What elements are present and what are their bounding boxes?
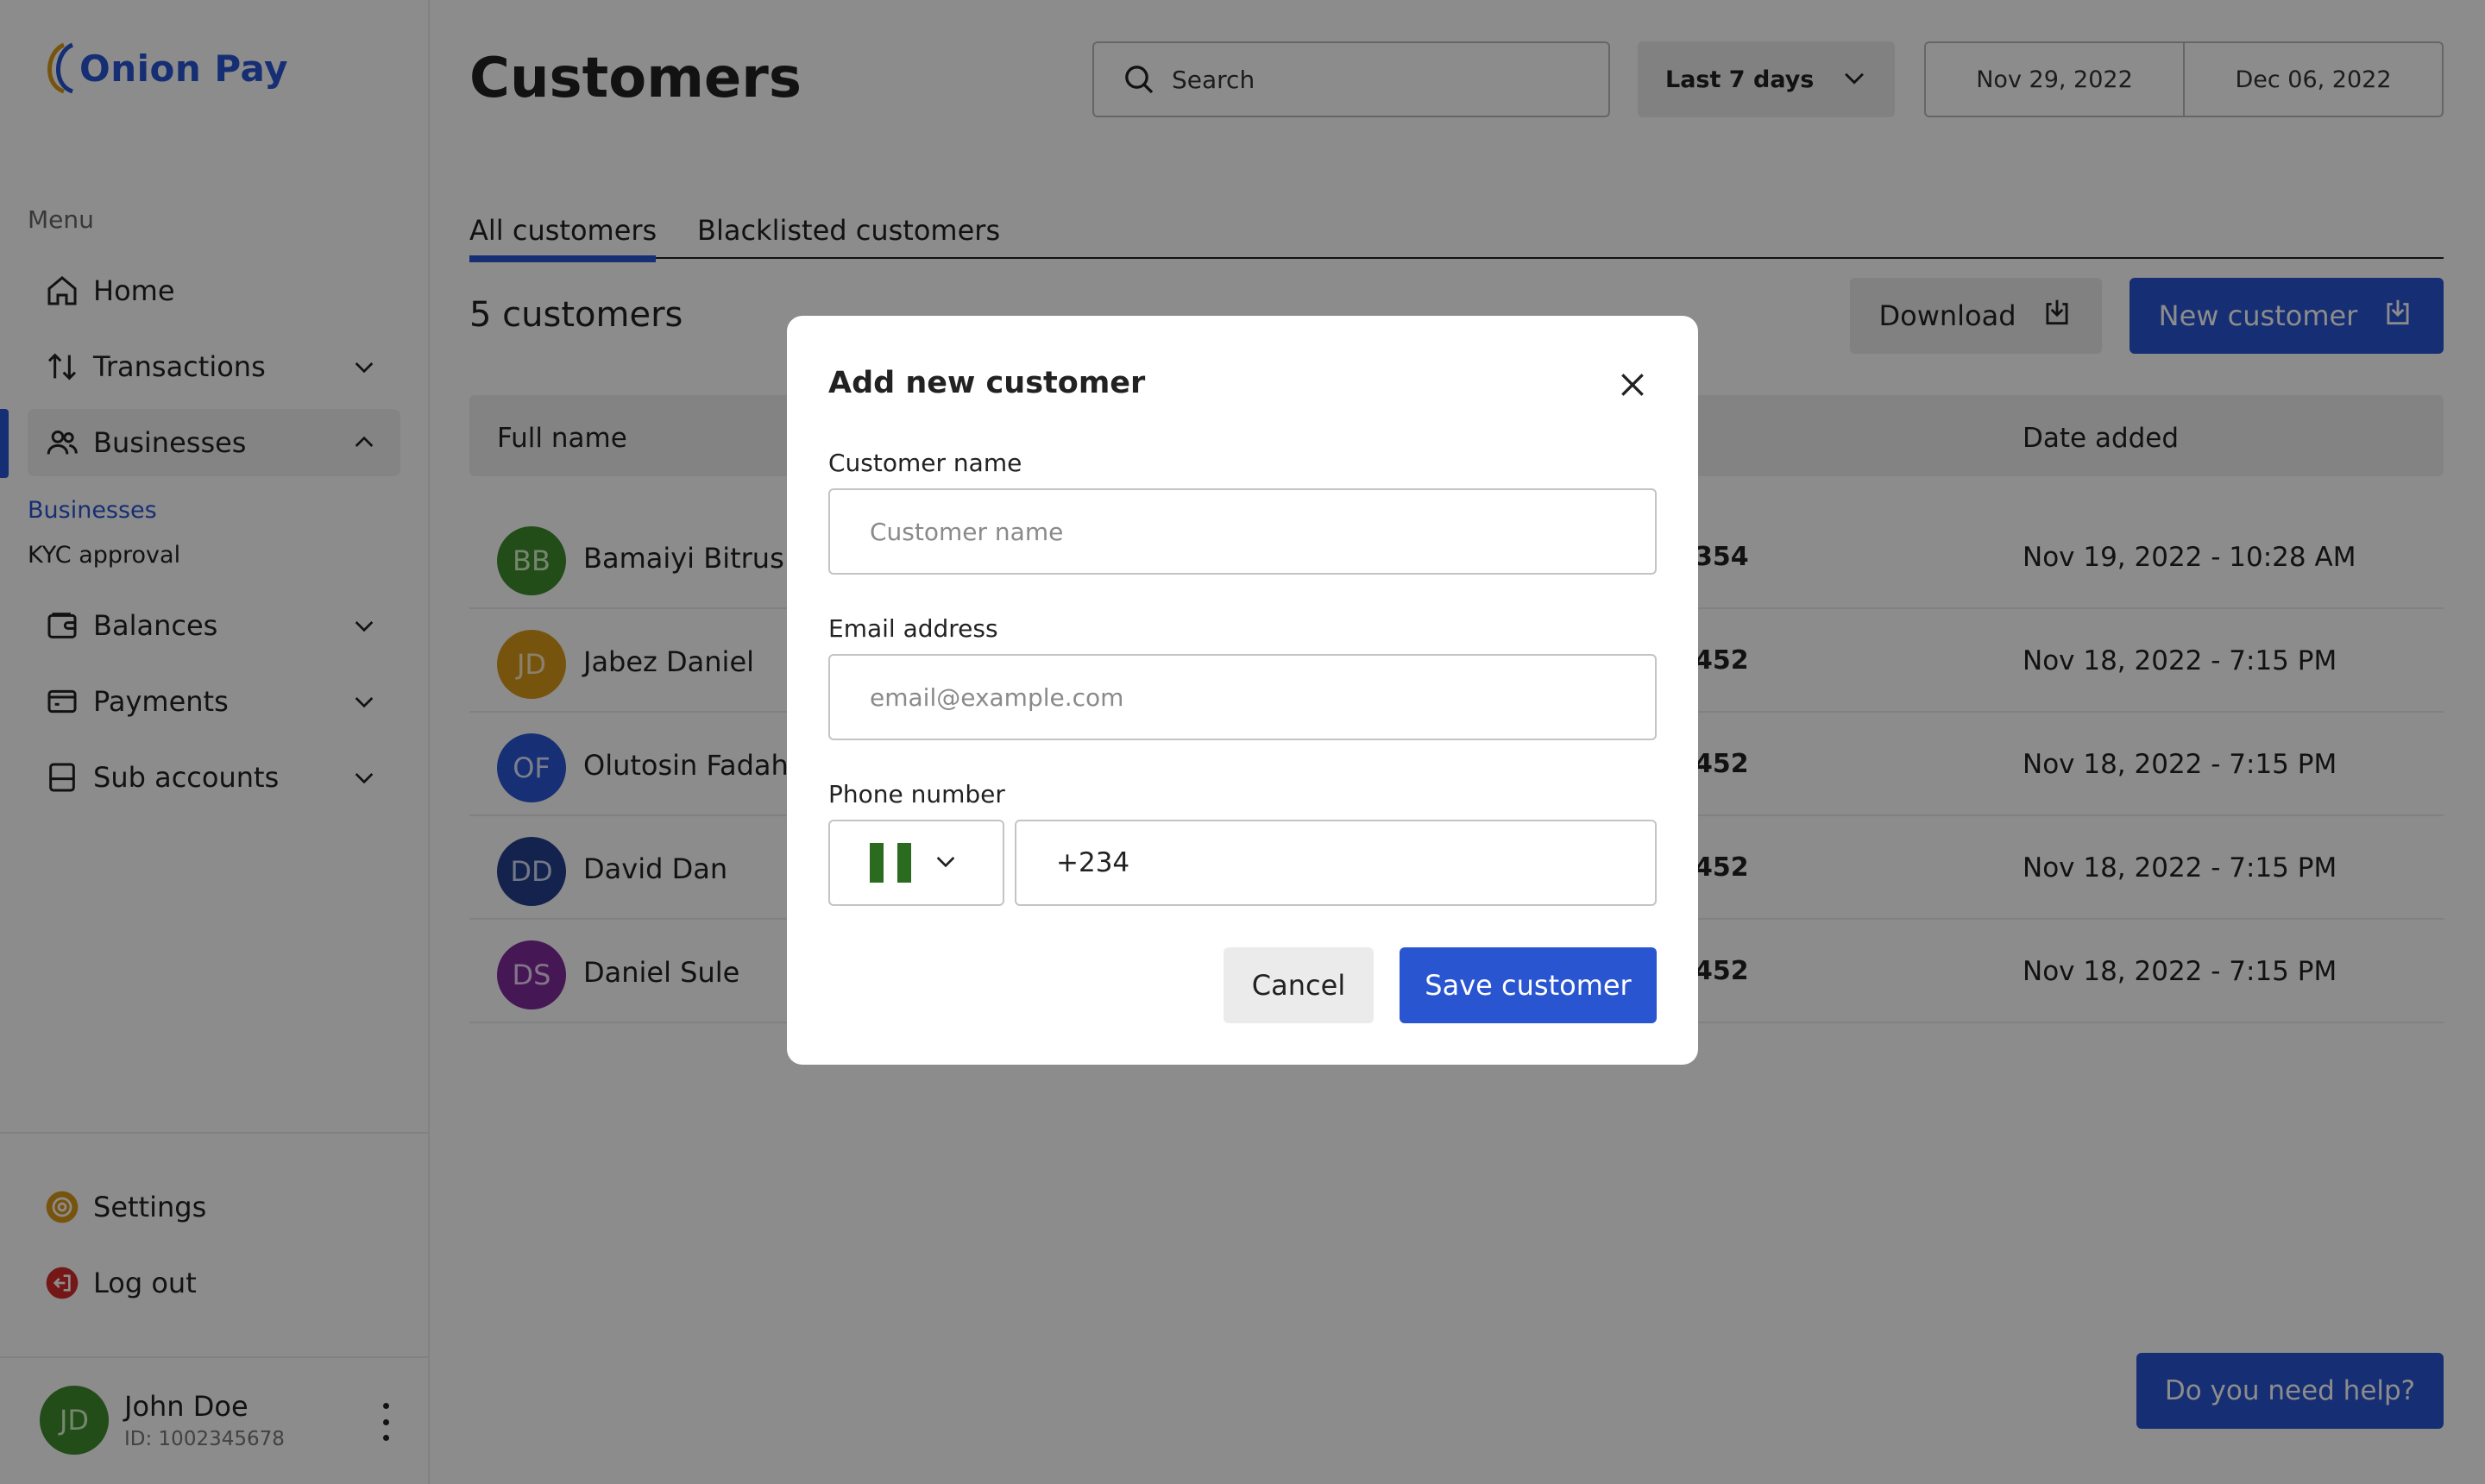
email-label: Email address <box>828 614 998 643</box>
phone-label: Phone number <box>828 780 1005 808</box>
add-customer-modal: Add new customer Customer name Customer … <box>787 316 1698 1065</box>
customer-name-field[interactable]: Customer name <box>828 488 1657 575</box>
phone-number-field[interactable]: +234 <box>1015 820 1657 906</box>
customer-name-label: Customer name <box>828 449 1022 477</box>
country-code-select[interactable] <box>828 820 1004 906</box>
close-icon[interactable] <box>1612 364 1653 406</box>
cancel-button[interactable]: Cancel <box>1224 947 1374 1023</box>
save-customer-button[interactable]: Save customer <box>1400 947 1657 1023</box>
chevron-down-icon <box>932 847 959 878</box>
modal-title: Add new customer <box>828 366 1146 400</box>
email-field[interactable]: email@example.com <box>828 654 1657 740</box>
nigeria-flag-icon <box>870 843 911 883</box>
